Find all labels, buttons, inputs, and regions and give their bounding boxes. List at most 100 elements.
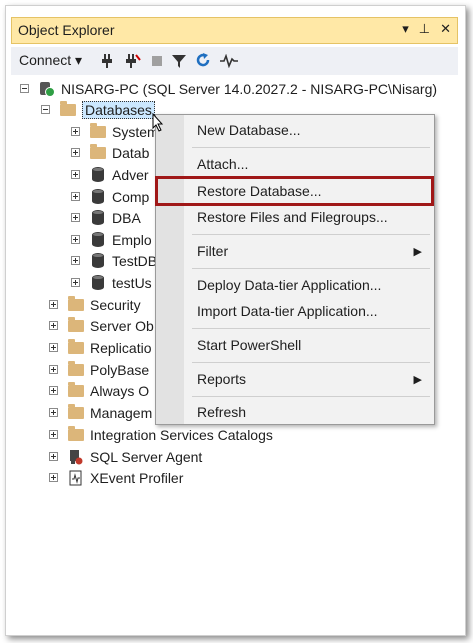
menu-separator	[192, 234, 430, 235]
server-icon	[39, 81, 55, 97]
folder-icon	[68, 381, 84, 397]
connect-label: Connect	[19, 52, 72, 68]
menu-item-label: Deploy Data-tier Application...	[197, 277, 382, 293]
expand-icon[interactable]	[49, 365, 58, 374]
collapse-icon[interactable]	[41, 105, 50, 114]
expand-icon[interactable]	[49, 408, 58, 417]
tree-node-database[interactable]: Emplo	[71, 229, 152, 250]
expand-icon[interactable]	[71, 148, 80, 157]
menu-item-label: Start PowerShell	[197, 337, 302, 353]
menu-item-start-powershell[interactable]: Start PowerShell	[156, 333, 434, 357]
agent-icon	[70, 449, 83, 464]
node-label: SQL Server Agent	[90, 448, 203, 465]
server-label: NISARG-PC (SQL Server 14.0.2027.2 - NISA…	[61, 80, 438, 97]
tree-node-server[interactable]: NISARG-PC (SQL Server 14.0.2027.2 - NISA…	[20, 78, 437, 99]
filter-icon[interactable]	[171, 53, 187, 69]
menu-item-attach[interactable]: Attach...	[156, 152, 434, 176]
folder-icon	[68, 316, 84, 332]
submenu-arrow-icon: ▶	[413, 245, 422, 258]
menu-separator	[192, 328, 430, 329]
node-label: XEvent Profiler	[90, 469, 184, 486]
menu-item-new-database[interactable]: New Database...	[156, 118, 434, 142]
node-label: Integration Services Catalogs	[90, 426, 273, 443]
tree-node-databases[interactable]: Databases	[41, 99, 155, 120]
tree-node-replication[interactable]: Replicatio	[49, 337, 151, 358]
menu-item-label: Refresh	[197, 404, 247, 420]
node-label: Server Ob	[90, 317, 154, 334]
menu-separator	[192, 396, 430, 397]
close-icon[interactable]: ✕	[440, 21, 451, 37]
pin-icon[interactable]: ⊥	[419, 21, 430, 37]
folder-icon	[68, 360, 84, 376]
menu-item-filter[interactable]: Filter ▶	[156, 239, 434, 263]
menu-item-label: Reports	[197, 371, 247, 387]
toolbar: Connect ▾	[11, 47, 458, 75]
expand-icon[interactable]	[71, 235, 80, 244]
tree-node-sql-server-agent[interactable]: SQL Server Agent	[49, 446, 202, 467]
title-bar: Object Explorer ▾ ⊥ ✕	[11, 17, 458, 44]
tree-node-database[interactable]: DBA	[71, 207, 141, 228]
collapse-icon[interactable]	[20, 84, 29, 93]
expand-icon[interactable]	[49, 321, 58, 330]
node-label: testUs	[112, 274, 152, 291]
folder-icon	[68, 403, 84, 419]
window-position-icon[interactable]: ▾	[402, 21, 409, 37]
databases-label: Databases	[82, 100, 155, 119]
expand-icon[interactable]	[71, 192, 80, 201]
menu-separator	[192, 147, 430, 148]
menu-item-label: Filter	[197, 243, 229, 259]
expand-icon[interactable]	[71, 170, 80, 179]
expand-icon[interactable]	[49, 430, 58, 439]
tree-node-system-databases[interactable]: System	[71, 121, 159, 142]
disconnect-icon[interactable]	[123, 53, 141, 69]
refresh-icon[interactable]	[195, 52, 211, 69]
tree-node-database[interactable]: Adver	[71, 164, 149, 185]
menu-item-reports[interactable]: Reports ▶	[156, 367, 434, 391]
menu-item-label: Import Data-tier Application...	[197, 303, 378, 319]
menu-item-import-data-tier[interactable]: Import Data-tier Application...	[156, 299, 434, 323]
expand-icon[interactable]	[49, 343, 58, 352]
expand-icon[interactable]	[71, 127, 80, 136]
tree-node-server-objects[interactable]: Server Ob	[49, 315, 154, 336]
menu-separator	[192, 362, 430, 363]
tree-node-security[interactable]: Security	[49, 294, 141, 315]
chevron-down-icon: ▾	[75, 52, 83, 68]
menu-item-restore-files[interactable]: Restore Files and Filegroups...	[156, 205, 434, 229]
tree-node-database-snapshots[interactable]: Datab	[71, 142, 149, 163]
expand-icon[interactable]	[49, 452, 58, 461]
window-title: Object Explorer	[18, 22, 115, 38]
activity-monitor-icon[interactable]	[219, 54, 239, 68]
folder-icon	[68, 295, 84, 311]
tree-node-integration-services[interactable]: Integration Services Catalogs	[49, 424, 273, 445]
node-label: Always O	[90, 382, 150, 399]
tree-node-management[interactable]: Managem	[49, 402, 152, 423]
expand-icon[interactable]	[49, 300, 58, 309]
tree-node-database[interactable]: testUs	[71, 272, 152, 293]
expand-icon[interactable]	[49, 473, 58, 482]
node-label: Emplo	[112, 231, 152, 248]
expand-icon[interactable]	[71, 256, 80, 265]
tree-node-xevent-profiler[interactable]: XEvent Profiler	[49, 467, 183, 488]
expand-icon[interactable]	[71, 278, 80, 287]
stop-icon[interactable]	[151, 55, 163, 67]
database-icon	[92, 275, 104, 290]
connect-plug-icon[interactable]	[99, 53, 115, 69]
menu-item-deploy-data-tier[interactable]: Deploy Data-tier Application...	[156, 273, 434, 297]
tree-node-database[interactable]: Comp	[71, 186, 149, 207]
connect-button[interactable]: Connect ▾	[19, 52, 82, 69]
tree-node-polybase[interactable]: PolyBase	[49, 359, 149, 380]
folder-icon	[90, 143, 106, 159]
node-label: Managem	[90, 404, 153, 421]
node-label: Adver	[112, 166, 149, 183]
expand-icon[interactable]	[71, 213, 80, 222]
folder-icon	[90, 122, 106, 138]
database-icon	[92, 189, 104, 204]
tree-node-database[interactable]: TestDB	[71, 250, 157, 271]
highlight-box	[155, 176, 434, 206]
expand-icon[interactable]	[49, 386, 58, 395]
database-icon	[92, 232, 104, 247]
menu-item-refresh[interactable]: Refresh	[156, 400, 434, 424]
menu-item-label: New Database...	[197, 122, 301, 138]
menu-item-label: Restore Files and Filegroups...	[197, 209, 388, 225]
tree-node-always-on[interactable]: Always O	[49, 380, 149, 401]
